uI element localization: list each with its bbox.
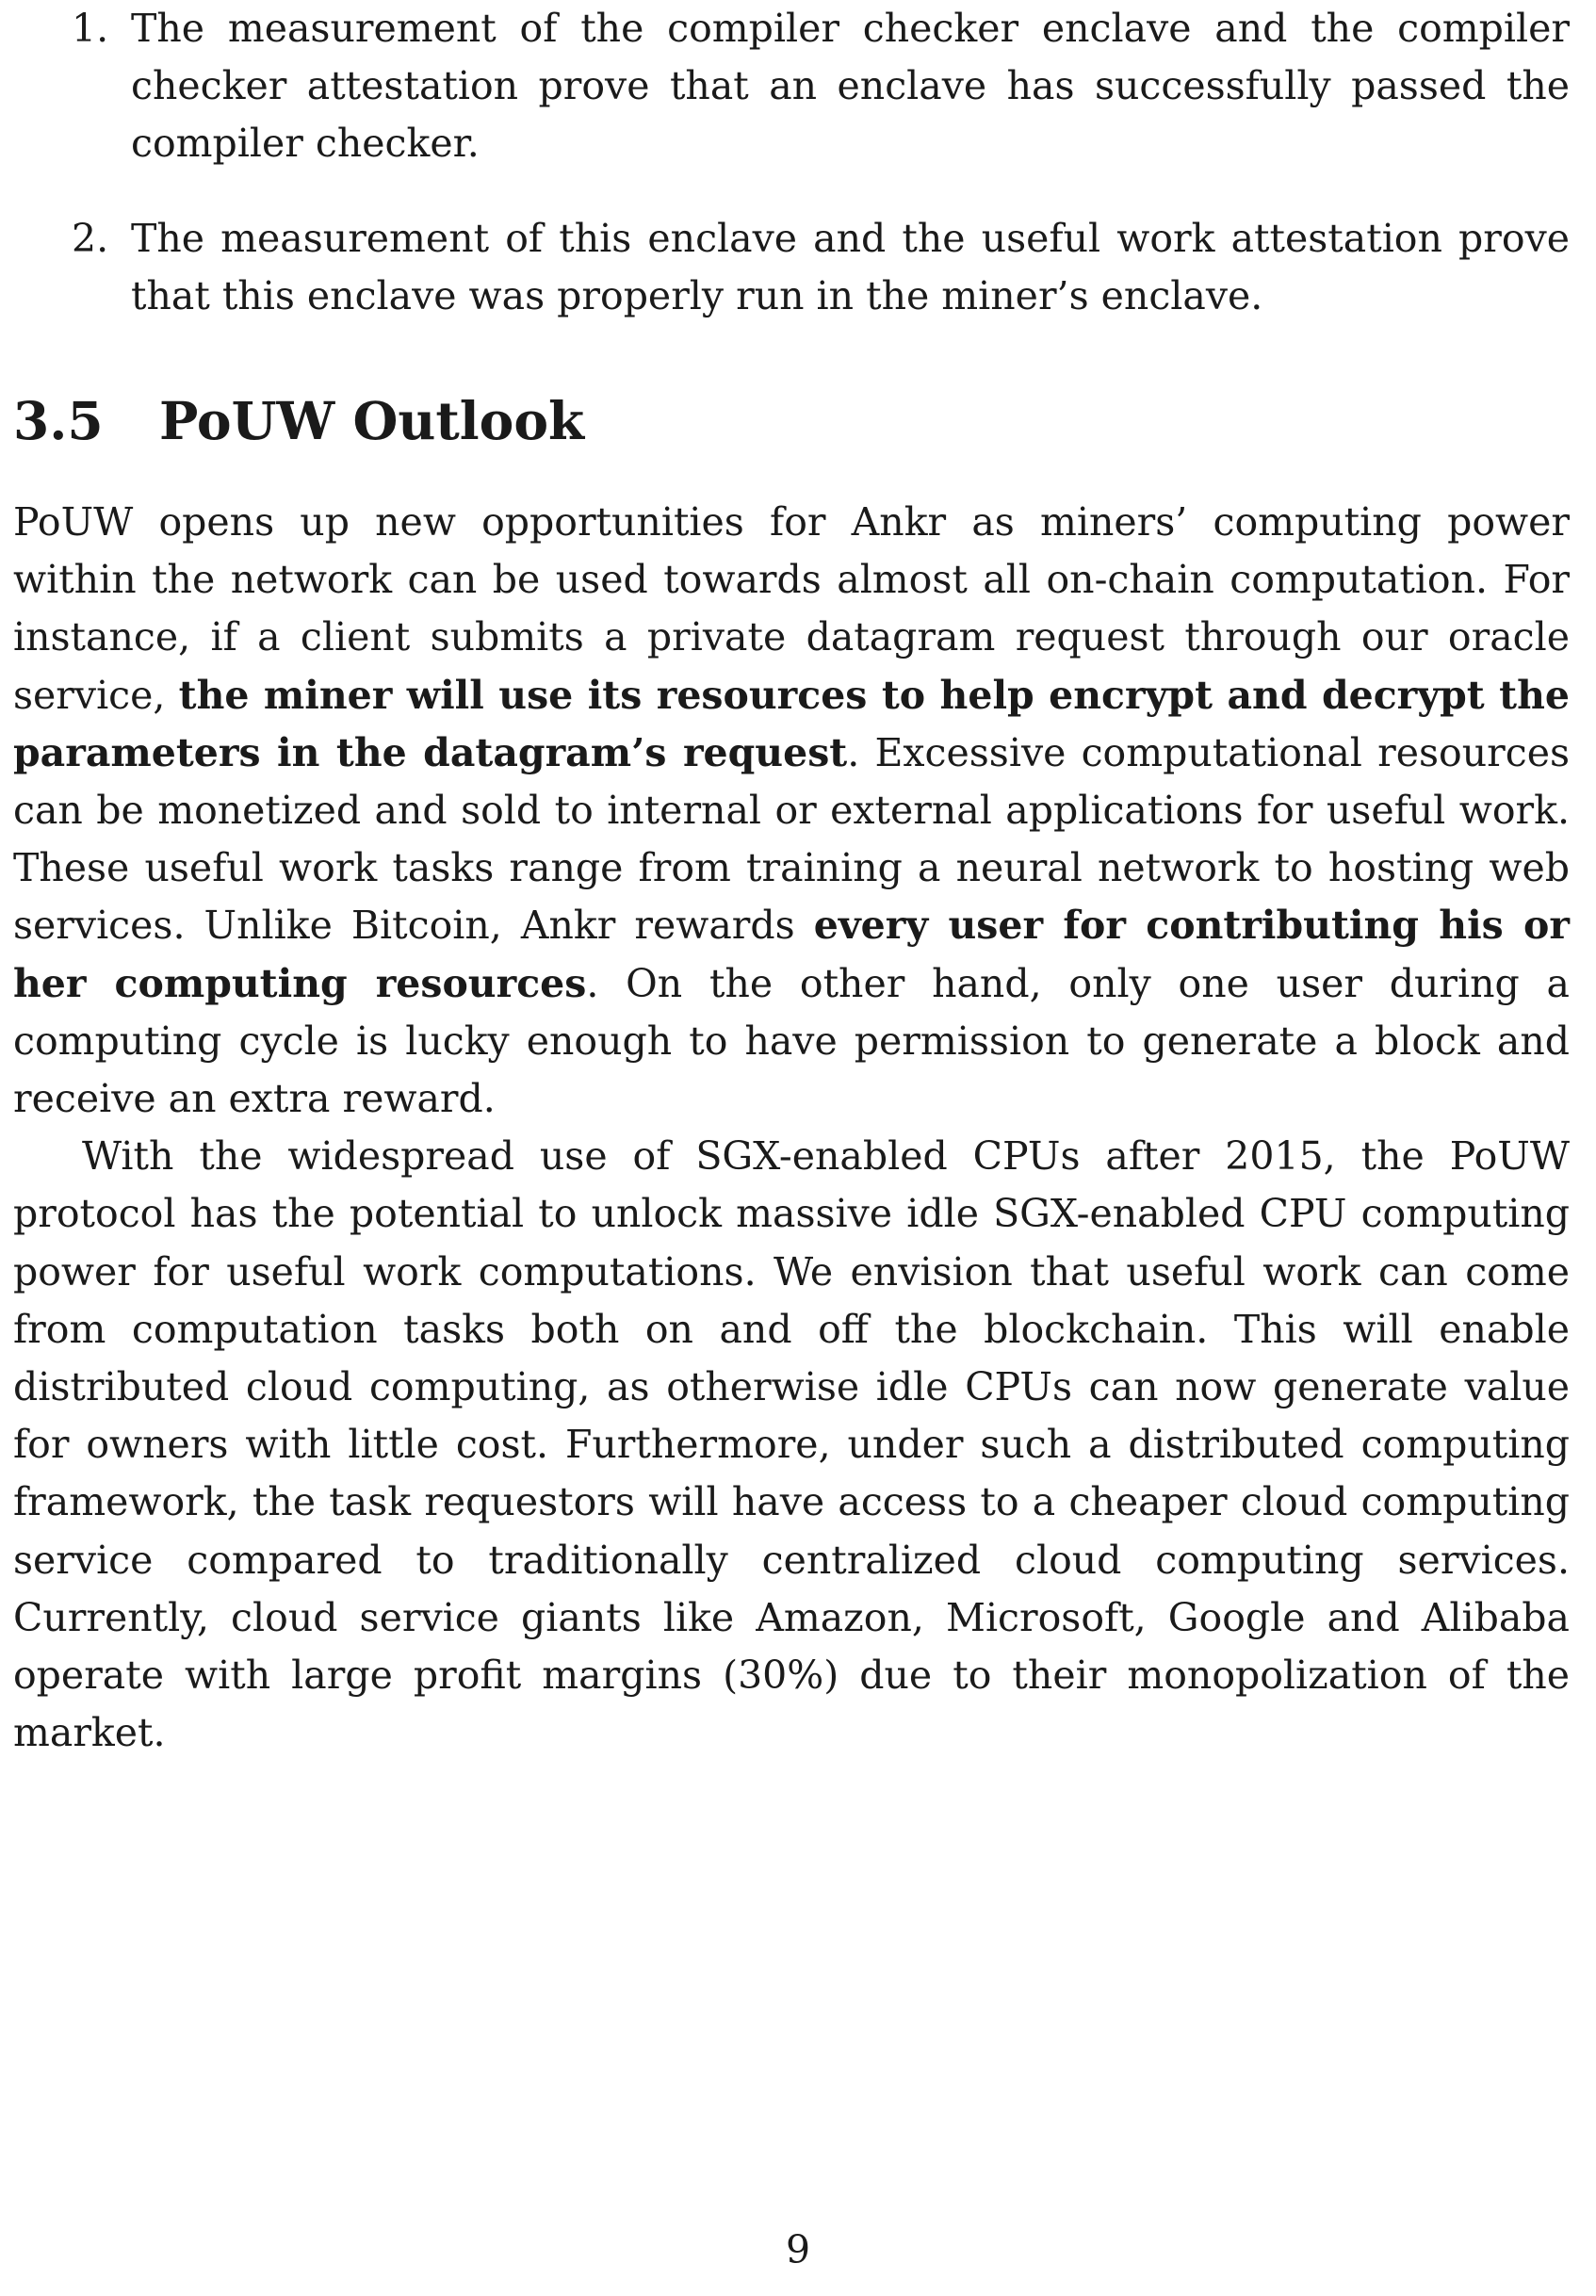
section-title: PoUW Outlook bbox=[159, 390, 585, 451]
list-item-marker: 1. bbox=[72, 6, 109, 51]
paragraph: With the widespread use of SGX-enabled C… bbox=[13, 1133, 1570, 1756]
section-heading: 3.5 PoUW Outlook bbox=[13, 388, 584, 454]
list-item: 1. The measurement of the compiler check… bbox=[13, 0, 1570, 172]
list-item-marker: 2. bbox=[72, 216, 109, 261]
list-item-text: The measurement of this enclave and the … bbox=[131, 216, 1570, 318]
enumerated-list: 1. The measurement of the compiler check… bbox=[13, 0, 1570, 325]
list-item-text: The measurement of the compiler checker … bbox=[131, 6, 1570, 166]
paragraph: PoUW opens up new opportunities for Ankr… bbox=[13, 494, 1570, 1128]
section-number: 3.5 bbox=[13, 390, 104, 451]
page-number: 9 bbox=[785, 2227, 811, 2272]
section-body: PoUW opens up new opportunities for Ankr… bbox=[13, 494, 1570, 1762]
list-item: 2. The measurement of this enclave and t… bbox=[13, 210, 1570, 325]
